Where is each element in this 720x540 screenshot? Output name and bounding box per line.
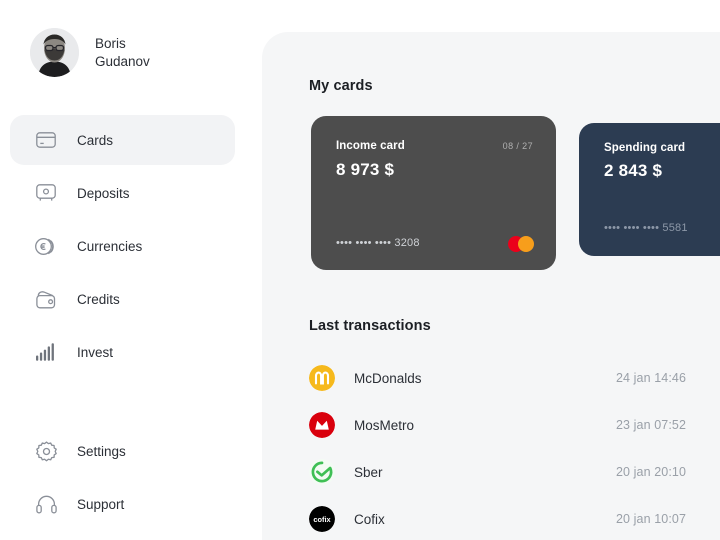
transaction-time: 20 jan 20:10 <box>615 465 686 479</box>
sber-icon <box>309 459 335 485</box>
sidebar-item-settings[interactable]: Settings <box>10 426 235 476</box>
transaction-merchant: Sber <box>354 464 383 480</box>
transaction-merchant: McDonalds <box>354 370 422 386</box>
transaction-time: 23 jan 07:52 <box>615 418 686 432</box>
avatar <box>30 28 79 77</box>
sidebar-item-label: Settings <box>77 443 126 459</box>
sidebar-item-label: Invest <box>77 344 114 360</box>
transaction-row[interactable]: MosMetro 23 jan 07:52 <box>309 409 704 441</box>
income-card[interactable]: Income card 08 / 27 8 973 $ •••• •••• ••… <box>311 116 556 270</box>
card-expiry: 08 / 27 <box>502 141 533 151</box>
transaction-time: 24 jan 14:46 <box>615 371 686 385</box>
app-root: Boris Gudanov Cards Deposits Currencies … <box>0 0 720 540</box>
sidebar-item-label: Deposits <box>77 185 130 201</box>
card-amount: 8 973 $ <box>336 160 395 179</box>
wallet-icon <box>33 290 59 309</box>
sidebar-item-invest[interactable]: Invest <box>10 327 235 377</box>
transaction-time: 20 jan 10:07 <box>615 512 686 526</box>
sidebar: Boris Gudanov Cards Deposits Currencies … <box>0 0 262 540</box>
transaction-merchant: Cofix <box>354 511 385 527</box>
sidebar-item-label: Credits <box>77 291 120 307</box>
gear-icon <box>33 440 59 462</box>
sidebar-item-label: Currencies <box>77 238 143 254</box>
coins-euro-icon <box>33 237 59 256</box>
my-cards-heading: My cards <box>309 78 373 94</box>
profile-name: Boris Gudanov <box>95 35 150 69</box>
sidebar-item-support[interactable]: Support <box>10 479 235 529</box>
spending-card[interactable]: Spending card 2 843 $ •••• •••• •••• 558… <box>579 123 720 256</box>
card-number: •••• •••• •••• 3208 <box>336 237 420 249</box>
mcdonalds-icon <box>309 365 335 391</box>
sidebar-item-label: Cards <box>77 132 114 148</box>
card-name: Spending card <box>604 142 686 154</box>
mastercard-logo <box>508 236 534 252</box>
sidebar-item-label: Support <box>77 496 125 512</box>
credit-card-icon <box>33 132 59 148</box>
last-transactions-heading: Last transactions <box>309 318 431 334</box>
transaction-row[interactable]: cofix Cofix 20 jan 10:07 <box>309 503 704 535</box>
card-number: •••• •••• •••• 5581 <box>604 222 688 234</box>
svg-text:cofix: cofix <box>313 515 331 524</box>
headset-icon <box>33 495 59 514</box>
cofix-icon: cofix <box>309 506 335 532</box>
transaction-row[interactable]: Sber 20 jan 20:10 <box>309 456 704 488</box>
profile-block[interactable]: Boris Gudanov <box>30 28 150 77</box>
card-amount: 2 843 $ <box>604 161 663 180</box>
main-panel: My cards Income card 08 / 27 8 973 $ •••… <box>262 32 720 540</box>
sidebar-item-credits[interactable]: Credits <box>10 274 235 324</box>
safe-vault-icon <box>33 184 59 202</box>
sidebar-item-currencies[interactable]: Currencies <box>10 221 235 271</box>
transaction-row[interactable]: McDonalds 24 jan 14:46 <box>309 362 704 394</box>
bar-chart-icon <box>33 343 59 361</box>
card-name: Income card <box>336 140 405 152</box>
sidebar-item-cards[interactable]: Cards <box>10 115 235 165</box>
sidebar-item-deposits[interactable]: Deposits <box>10 168 235 218</box>
mosmetro-icon <box>309 412 335 438</box>
transaction-merchant: MosMetro <box>354 417 415 433</box>
